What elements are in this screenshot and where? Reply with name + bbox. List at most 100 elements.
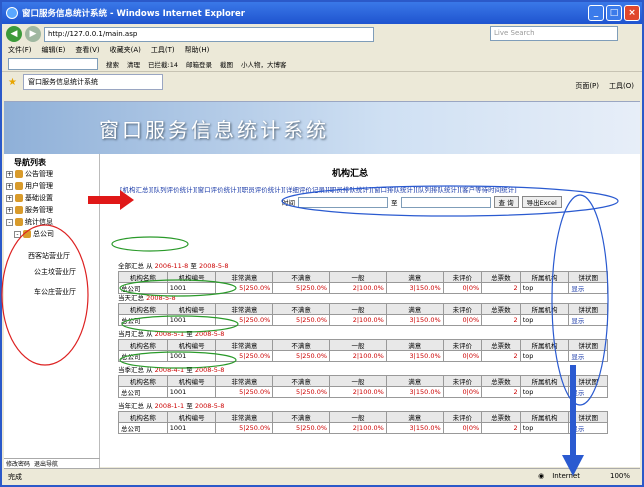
- summary-section: 当年汇总 从 2008-1-1 至 2008-5-8 机构名称 机构编号 非常满意 不满…: [118, 401, 623, 434]
- section-label: 当天汇总 2008-5-8: [118, 294, 176, 302]
- table-header: 总票数: [481, 375, 521, 387]
- table-cell: 5|250.0%: [215, 350, 274, 362]
- table-cell: 总公司: [118, 314, 168, 326]
- tools-menu[interactable]: 工具(O): [609, 81, 634, 91]
- table-cell: 总公司: [118, 386, 168, 398]
- table-row: 总公司 1001 5|250.0% 5|250.0% 2|100.0% 3|150.0% 0…: [118, 282, 608, 294]
- toolbar: 搜索 清理 已拦截:14 邮箱登录 截图 小人物，大博客: [2, 56, 642, 72]
- table-cell: 5|250.0%: [272, 282, 331, 294]
- table-header: 一般: [329, 303, 387, 315]
- table-cell: 2: [481, 422, 521, 434]
- table-header: 不满意: [272, 303, 331, 315]
- table-header: 机构编号: [166, 411, 217, 423]
- table-row: 总公司 1001 5|250.0% 5|250.0% 2|100.0% 3|150.0% 0…: [118, 386, 608, 398]
- table-header: 机构名称: [118, 375, 168, 387]
- table-cell: 5|250.0%: [215, 386, 274, 398]
- table-cell: 2|100.0%: [329, 350, 387, 362]
- table-header: 未评价: [442, 375, 483, 387]
- start-date-input[interactable]: [298, 196, 388, 208]
- tab-main[interactable]: 窗口服务信息统计系统: [22, 74, 163, 90]
- show-pie-link[interactable]: 显示: [571, 353, 584, 361]
- table-cell: 5|250.0%: [215, 282, 274, 294]
- toolbar-mail[interactable]: 邮箱登录: [186, 59, 212, 69]
- nav-announcements[interactable]: + 公告管理: [4, 168, 99, 180]
- table-cell: 2|100.0%: [329, 386, 387, 398]
- menu-help[interactable]: 帮助(H): [185, 45, 210, 55]
- table-header: 满意: [385, 375, 444, 387]
- menu-edit[interactable]: 编辑(E): [42, 45, 66, 55]
- menu-tools[interactable]: 工具(T): [151, 45, 175, 55]
- toolbar-blocked[interactable]: 已拦截:14: [148, 59, 178, 69]
- back-icon[interactable]: ◀: [6, 26, 22, 42]
- nav-chegongzhuang[interactable]: 车公庄营业厅: [4, 286, 99, 298]
- table-cell: top: [519, 386, 570, 398]
- toolbar-clean[interactable]: 清理: [127, 59, 140, 69]
- nav-users[interactable]: + 用户管理: [4, 180, 99, 192]
- nav-statistics[interactable]: - 统计信息: [4, 216, 99, 228]
- nav-xikezhan[interactable]: 西客站营业厅: [4, 250, 99, 262]
- table-header: 所属机构: [519, 271, 570, 283]
- query-button[interactable]: 查 询: [493, 196, 519, 208]
- show-pie-link[interactable]: 显示: [571, 389, 584, 397]
- table-header: 机构名称: [118, 411, 168, 423]
- table-cell: 显示: [568, 350, 608, 362]
- menu-file[interactable]: 文件(F): [8, 45, 32, 55]
- favorites-star-icon[interactable]: ★: [8, 77, 17, 88]
- change-password-link[interactable]: 修改密码: [6, 459, 30, 468]
- table-header: 满意: [385, 339, 444, 351]
- zone-text: Internet: [552, 472, 580, 480]
- summary-table: 机构名称 机构编号 非常满意 不满意 一般 满意 未评价 总票数 所属机构 饼状图 总公司 1001 5…: [118, 339, 608, 362]
- page-menu[interactable]: 页面(P): [575, 81, 599, 91]
- table-header: 机构名称: [118, 271, 168, 283]
- tab-row: ★ 窗口服务信息统计系统: [2, 72, 642, 92]
- show-pie-link[interactable]: 显示: [571, 425, 584, 433]
- toolbar-screenshot[interactable]: 截图: [220, 59, 233, 69]
- close-button[interactable]: ×: [624, 5, 640, 21]
- nav-basic-settings[interactable]: + 基础设置: [4, 192, 99, 204]
- table-header: 非常满意: [215, 411, 274, 423]
- toolbar-search[interactable]: 搜索: [106, 59, 119, 69]
- minimize-button[interactable]: _: [588, 5, 604, 21]
- sidebar: 导航列表 + 公告管理 + 用户管理 + 基础设置 + 服务管理 - 统计信息 - 总公司 …: [4, 154, 100, 468]
- globe-icon: ◉: [538, 472, 545, 480]
- table-cell: 3|150.0%: [385, 350, 444, 362]
- table-cell: 1001: [166, 350, 217, 362]
- nav-service[interactable]: + 服务管理: [4, 204, 99, 216]
- table-cell: 显示: [568, 386, 608, 398]
- search-input[interactable]: Live Search: [490, 26, 618, 41]
- zoom-level[interactable]: 100%: [610, 472, 630, 480]
- table-header: 不满意: [272, 271, 331, 283]
- table-cell: 0|0%: [442, 422, 483, 434]
- table-header: 总票数: [481, 303, 521, 315]
- menu-favorites[interactable]: 收藏夹(A): [110, 45, 141, 55]
- table-cell: 1001: [166, 314, 217, 326]
- export-excel-button[interactable]: 导出Excel: [521, 196, 562, 208]
- table-header: 总票数: [481, 271, 521, 283]
- maximize-button[interactable]: □: [606, 5, 622, 21]
- toolbar-blog[interactable]: 小人物，大博客: [241, 59, 287, 69]
- section-label: 当年汇总 从 2008-1-1 至 2008-5-8: [118, 402, 225, 410]
- exit-nav-link[interactable]: 退出导航: [34, 459, 58, 468]
- show-pie-link[interactable]: 显示: [571, 285, 584, 293]
- nav-gongzhufen[interactable]: 公主坟营业厅: [4, 266, 99, 278]
- menu-view[interactable]: 查看(V): [75, 45, 99, 55]
- table-header: 机构编号: [166, 339, 217, 351]
- table-header: 机构名称: [118, 339, 168, 351]
- report-links[interactable]: [机构汇总][队列评价统计][窗口评价统计][职员评价统计][详细评价记录][职…: [120, 184, 517, 194]
- table-header: 非常满意: [215, 303, 274, 315]
- table-header: 饼状图: [568, 375, 608, 387]
- table-header: 机构名称: [118, 303, 168, 315]
- main-panel: 机构汇总 [机构汇总][队列评价统计][窗口评价统计][职员评价统计][详细评价…: [102, 154, 640, 468]
- toolbar-combo[interactable]: [8, 57, 98, 70]
- address-bar[interactable]: http://127.0.0.1/main.asp: [44, 26, 374, 42]
- table-cell: 2: [481, 350, 521, 362]
- show-pie-link[interactable]: 显示: [571, 317, 584, 325]
- nav-head-office[interactable]: - 总公司: [4, 228, 99, 240]
- end-date-input[interactable]: [400, 196, 491, 208]
- forward-icon[interactable]: ▶: [25, 26, 41, 42]
- ie-icon: [6, 7, 18, 19]
- banner: 窗口服务信息统计系统: [4, 102, 640, 154]
- title-bar: 窗口服务信息统计系统 - Windows Internet Explorer _…: [2, 2, 642, 24]
- table-header: 所属机构: [519, 303, 570, 315]
- table-cell: 5|250.0%: [272, 314, 331, 326]
